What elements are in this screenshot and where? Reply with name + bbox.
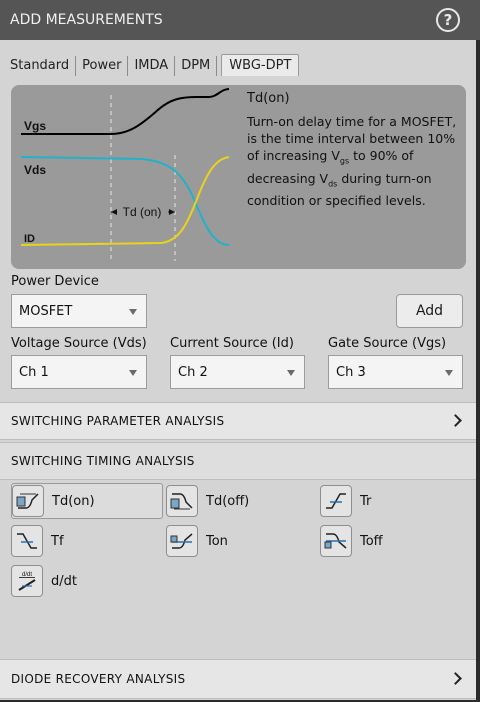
vgs-waveform [21,88,230,135]
gate-source-value: Ch 3 [336,364,366,380]
switching-timing-title: SWITCHING TIMING ANALYSIS [11,454,195,468]
measurement-td-off[interactable]: Td(off) [166,483,306,519]
page-title: ADD MEASUREMENTS [10,12,163,28]
id-label: ID [24,233,35,245]
voltage-source-value: Ch 1 [19,364,49,380]
vds-waveform [20,156,230,246]
switching-parameter-section[interactable]: SWITCHING PARAMETER ANALYSIS [0,402,476,440]
vds-label: Vds [24,163,46,177]
chevron-down-icon [129,309,137,315]
tab-dpm[interactable]: DPM [175,56,218,76]
td-off-icon [166,485,198,517]
tab-power[interactable]: Power [76,56,129,76]
desc-sub-gs: gs [339,156,350,166]
tab-bar: Standard Power IMDA DPM WBG-DPT [4,52,300,76]
measurement-label: Td(off) [206,493,250,509]
chevron-right-icon [449,672,462,685]
measurement-ton[interactable]: Ton [166,523,306,559]
measurement-td-on[interactable]: Td(on) [11,483,163,519]
d-dt-icon-text: d/dt [22,572,32,578]
tab-wbg-dpt[interactable]: WBG-DPT [221,54,300,76]
measurement-toff[interactable]: Toff [320,523,460,559]
power-device-select[interactable]: MOSFET [11,294,147,328]
d-dt-icon: d/dt [11,565,43,597]
measurement-d-dt[interactable]: d/dt d/dt [11,563,151,599]
measurement-label: Toff [360,533,383,549]
waveform-illustration: Vgs Vds ID Td (on) [20,88,230,261]
tf-icon [11,525,43,557]
vgs-label: Vgs [24,119,46,133]
arrow-left-icon [111,209,117,215]
tr-icon [320,485,352,517]
chevron-down-icon [287,370,295,376]
id-waveform [20,156,230,246]
measurement-label: Ton [206,533,228,549]
measurement-label: d/dt [51,573,77,589]
title-bar: ADD MEASUREMENTS ? [0,0,480,40]
tab-standard[interactable]: Standard [4,56,77,76]
measurement-tf[interactable]: Tf [11,523,151,559]
voltage-source-select[interactable]: Ch 1 [11,355,147,389]
add-button[interactable]: Add [396,294,463,328]
diode-recovery-section[interactable]: DIODE RECOVERY ANALYSIS [0,659,476,699]
voltage-source-label: Voltage Source (Vds) [11,336,147,351]
arrow-right-icon [169,209,175,215]
gate-source-select[interactable]: Ch 3 [328,355,463,389]
td-on-icon [12,485,44,517]
desc-sub-ds: ds [328,179,338,188]
ton-icon [166,525,198,557]
chevron-down-icon [129,370,137,376]
measurement-label: Td(on) [52,493,95,509]
measurement-label: Tf [51,533,64,549]
measurement-description: Turn-on delay time for a MOSFET, is the … [247,113,465,209]
switching-timing-section[interactable]: SWITCHING TIMING ANALYSIS [0,442,476,480]
interval-label: Td (on) [123,205,162,219]
current-source-value: Ch 2 [178,364,208,380]
diode-recovery-title: DIODE RECOVERY ANALYSIS [11,672,186,686]
switching-parameter-title: SWITCHING PARAMETER ANALYSIS [11,414,225,428]
chevron-right-icon [449,414,462,427]
gate-source-label: Gate Source (Vgs) [328,336,447,351]
measurement-name: Td(on) [247,91,290,106]
toff-icon [320,525,352,557]
measurement-diagram: Vgs Vds ID Td (on) Td(on) Turn-on delay … [11,85,466,269]
power-device-label: Power Device [11,274,99,289]
current-source-label: Current Source (Id) [170,336,294,351]
measurement-label: Tr [360,493,372,509]
tab-imda[interactable]: IMDA [128,56,176,76]
help-icon[interactable]: ? [436,8,460,32]
chevron-down-icon [445,370,453,376]
measurement-tr[interactable]: Tr [320,483,460,519]
current-source-select[interactable]: Ch 2 [170,355,305,389]
measurement-grid: Td(on) Td(off) Tr Tf Ton Toff d/dt d/dt [0,480,476,658]
power-device-value: MOSFET [19,303,73,319]
